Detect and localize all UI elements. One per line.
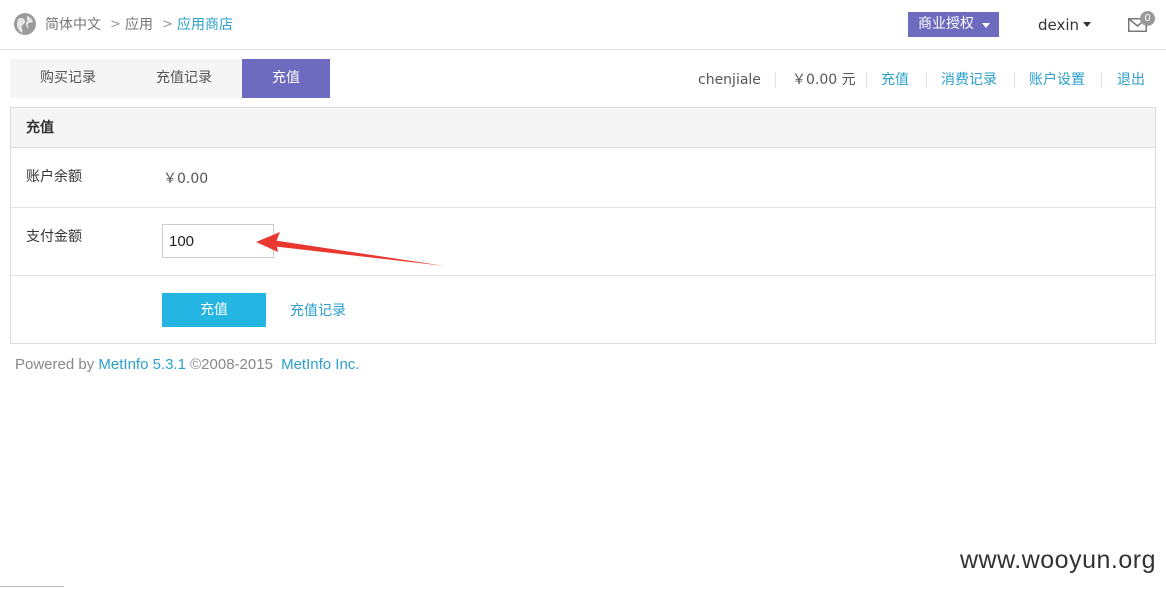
balance-value: ￥0.00: [163, 171, 209, 187]
user-menu[interactable]: dexin: [1038, 14, 1079, 36]
divider: [1014, 73, 1015, 87]
account-settings-link[interactable]: 账户设置: [1029, 70, 1085, 90]
footer-powered-by: Powered by: [15, 356, 95, 373]
account-bar: chenjiale ￥0.00 元 充值 消费记录 账户设置 退出: [0, 70, 1166, 90]
chevron-right-icon: >: [162, 17, 173, 32]
logout-link[interactable]: 退出: [1117, 70, 1145, 90]
balance-label: 账户余额: [26, 169, 82, 185]
divider: [1101, 73, 1102, 87]
breadcrumb-app-store[interactable]: 应用商店: [177, 15, 233, 35]
amount-input[interactable]: [162, 224, 274, 258]
divider: [866, 73, 867, 87]
breadcrumb-apps[interactable]: 应用: [125, 15, 153, 35]
license-button-label: 商业授权: [918, 16, 974, 32]
top-bar: 简体中文 > 应用 > 应用商店 商业授权 dexin 0: [0, 0, 1166, 50]
footer: Powered by MetInfo 5.3.1 ©2008-2015 MetI…: [15, 356, 359, 374]
account-balance: ￥0.00 元: [792, 72, 856, 88]
divider: [0, 586, 64, 587]
actions-row: 充值 充值记录: [11, 276, 1155, 343]
recharge-submit-button[interactable]: 充值: [162, 293, 266, 327]
footer-copyright: ©2008-2015: [190, 356, 273, 373]
amount-label: 支付金额: [26, 229, 82, 245]
account-name: chenjiale: [698, 72, 761, 88]
recharge-link[interactable]: 充值: [881, 70, 909, 90]
divider: [926, 73, 927, 87]
mail-count-badge: 0: [1140, 11, 1155, 26]
balance-row: 账户余额 ￥0.00: [11, 148, 1155, 208]
amount-row: 支付金额: [11, 208, 1155, 276]
panel-header: 充值: [11, 108, 1155, 148]
license-button[interactable]: 商业授权: [908, 12, 999, 37]
divider: [775, 73, 776, 87]
recharge-records-link[interactable]: 充值记录: [290, 302, 346, 320]
recharge-panel: 充值 账户余额 ￥0.00 支付金额 充值 充值记录: [10, 107, 1156, 344]
chevron-right-icon: >: [110, 17, 121, 32]
watermark: www.wooyun.org: [960, 546, 1156, 574]
footer-product-link[interactable]: MetInfo 5.3.1: [98, 356, 186, 373]
breadcrumb-language[interactable]: 简体中文: [45, 15, 101, 35]
consumption-records-link[interactable]: 消费记录: [941, 70, 997, 90]
globe-icon[interactable]: [14, 13, 36, 35]
footer-company-link[interactable]: MetInfo Inc.: [281, 356, 359, 373]
panel-title: 充值: [26, 120, 54, 136]
caret-down-icon: [982, 23, 990, 28]
caret-down-icon[interactable]: [1083, 22, 1091, 27]
